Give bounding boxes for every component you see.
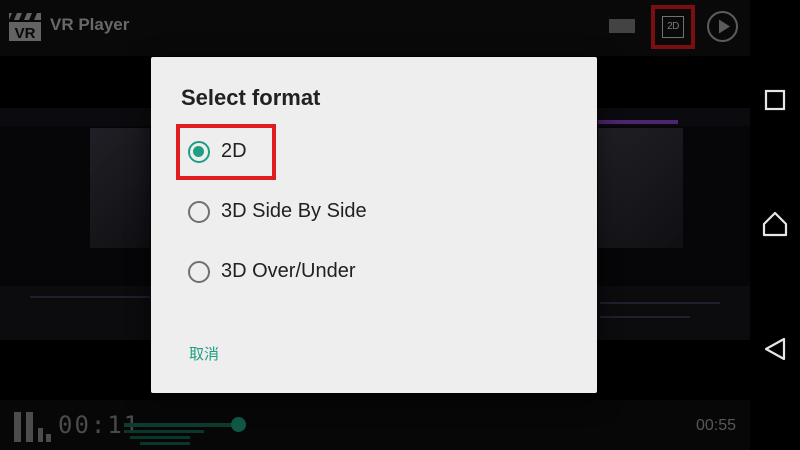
home-icon[interactable] [762, 211, 788, 237]
highlight-box [176, 124, 276, 180]
radio-unselected-icon[interactable] [188, 261, 210, 283]
back-triangle-icon[interactable] [762, 336, 788, 362]
square-recents-icon[interactable] [762, 87, 788, 113]
select-format-dialog: Select format 2D 3D Side By Side 3D Over… [151, 57, 597, 393]
system-nav-bar [750, 0, 800, 450]
cancel-button[interactable]: 取消 [189, 343, 219, 364]
radio-unselected-icon[interactable] [188, 201, 210, 223]
option-label: 3D Over/Under [221, 260, 356, 282]
dialog-title: Select format [181, 85, 321, 110]
vr-player-app: VR VR Player 2D 00:11 00:55 Select forma… [0, 0, 750, 450]
option-label: 3D Side By Side [221, 200, 367, 222]
